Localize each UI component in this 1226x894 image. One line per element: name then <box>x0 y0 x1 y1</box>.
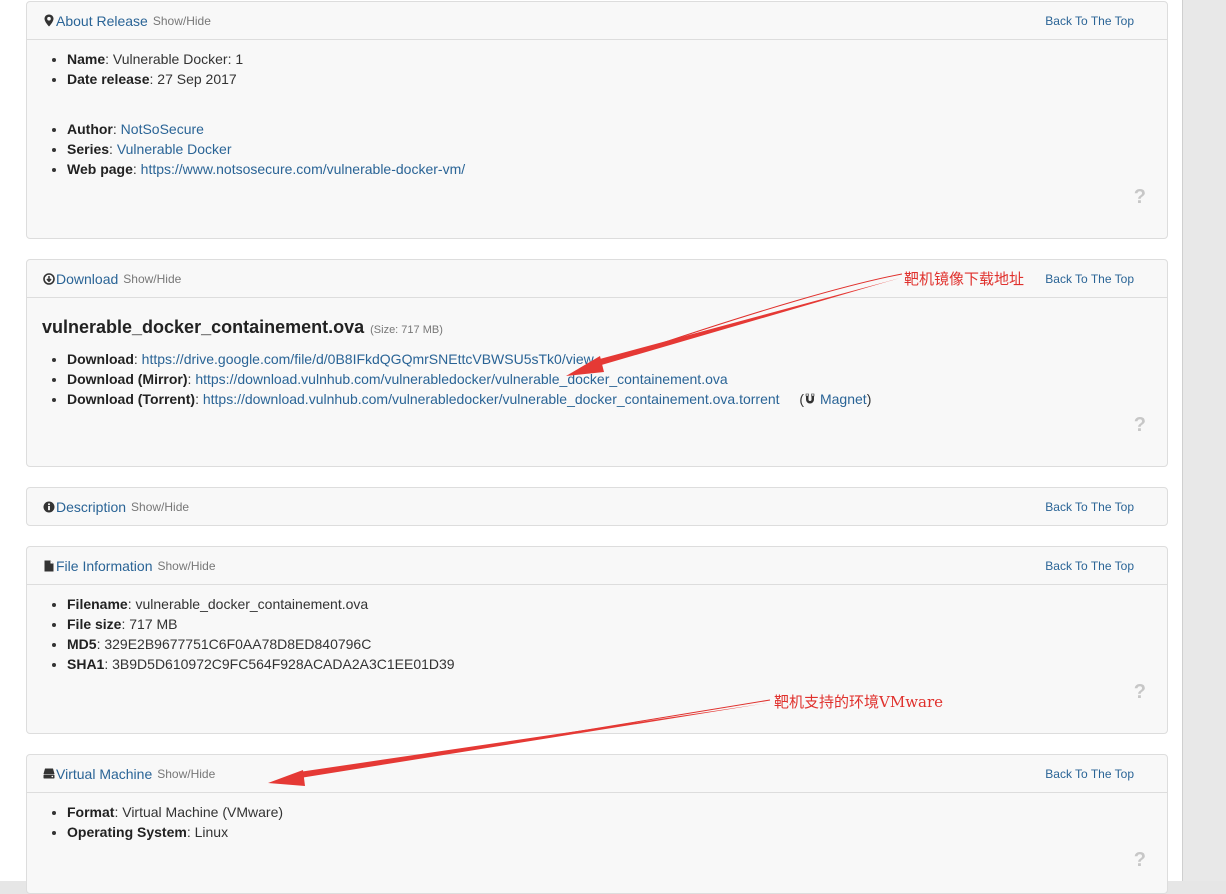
about-release-body: Name: Vulnerable Docker: 1 Date release:… <box>27 40 1167 238</box>
hdd-icon <box>43 767 55 781</box>
virtual-machine-body: Format: Virtual Machine (VMware) Operati… <box>27 793 1167 893</box>
back-to-top-link[interactable]: Back To The Top <box>1045 559 1134 573</box>
author-link[interactable]: NotSoSecure <box>121 121 204 137</box>
list-item: Format: Virtual Machine (VMware) <box>67 802 1152 822</box>
download-panel: Download Show/Hide Back To The Top vulne… <box>26 259 1168 467</box>
magnet-close-paren: ) <box>866 391 872 407</box>
list-item: File size: 717 MB <box>67 614 1152 634</box>
web-page-link[interactable]: https://www.notsosecure.com/vulnerable-d… <box>141 161 465 177</box>
web-page-label: Web page <box>67 161 133 177</box>
filename-value: vulnerable_docker_containement.ova <box>135 596 369 612</box>
file-information-panel: File Information Show/Hide Back To The T… <box>26 546 1168 734</box>
help-icon[interactable]: ? <box>1134 186 1146 209</box>
list-item: Date release: 27 Sep 2017 <box>67 69 1152 89</box>
description-toggle[interactable]: Show/Hide <box>131 500 189 514</box>
file-icon <box>43 559 55 573</box>
list-item: Download (Mirror): https://download.vuln… <box>67 369 1152 389</box>
file-information-title[interactable]: File Information <box>56 558 152 574</box>
download-title[interactable]: Download <box>56 271 118 287</box>
help-icon[interactable]: ? <box>1134 849 1146 872</box>
download-circle-icon <box>43 272 55 286</box>
name-label: Name <box>67 51 106 67</box>
series-link[interactable]: Vulnerable Docker <box>117 141 232 157</box>
file-info-list: Filename: vulnerable_docker_containement… <box>42 585 1152 674</box>
description-header: Description Show/Hide Back To The Top <box>27 488 1167 526</box>
list-item: Web page: https://www.notsosecure.com/vu… <box>67 159 1152 179</box>
about-list-2: Author: NotSoSecure Series: Vulnerable D… <box>42 89 1152 179</box>
vm-annotation-text: 靶机支持的环境VMware <box>774 693 944 711</box>
list-item: MD5: 329E2B9677751C6F0AA78D8ED840796C <box>67 634 1152 654</box>
sha1-value: 3B9D5D610972C9FC564F928ACADA2A3C1EE01D39 <box>112 656 455 672</box>
back-to-top-link[interactable]: Back To The Top <box>1045 272 1134 286</box>
virtual-machine-header: Virtual Machine Show/Hide Back To The To… <box>27 755 1167 793</box>
operating-system-label: Operating System <box>67 824 187 840</box>
download-torrent-link[interactable]: https://download.vulnhub.com/vulnerabled… <box>203 391 780 407</box>
description-title[interactable]: Description <box>56 499 126 515</box>
page: About Release Show/Hide Back To The Top … <box>0 0 1183 894</box>
virtual-machine-panel: Virtual Machine Show/Hide Back To The To… <box>26 754 1168 894</box>
description-panel: Description Show/Hide Back To The Top <box>26 487 1168 526</box>
info-circle-icon <box>43 500 55 514</box>
download-list: Download: https://drive.google.com/file/… <box>42 342 1152 410</box>
date-release-label: Date release <box>67 71 150 87</box>
about-release-panel: About Release Show/Hide Back To The Top … <box>26 1 1168 239</box>
help-icon[interactable]: ? <box>1134 681 1146 704</box>
download-torrent-label: Download (Torrent) <box>67 391 196 407</box>
back-to-top-link[interactable]: Back To The Top <box>1045 767 1134 781</box>
download-annotation-text: 靶机镜像下载地址 <box>904 270 1025 288</box>
list-item: Operating System: Linux <box>67 822 1152 842</box>
virtual-machine-title[interactable]: Virtual Machine <box>56 766 152 782</box>
list-item: Series: Vulnerable Docker <box>67 139 1152 159</box>
about-release-title[interactable]: About Release <box>56 13 148 29</box>
list-item: Filename: vulnerable_docker_containement… <box>67 594 1152 614</box>
format-label: Format <box>67 804 115 820</box>
about-release-header: About Release Show/Hide Back To The Top <box>27 2 1167 40</box>
date-release-value: 27 Sep 2017 <box>157 71 237 87</box>
vm-list: Format: Virtual Machine (VMware) Operati… <box>42 793 1152 842</box>
magnet-icon <box>804 390 816 410</box>
md5-label: MD5 <box>67 636 97 652</box>
download-label: Download <box>67 351 134 367</box>
list-item: Download (Torrent): https://download.vul… <box>67 389 1152 410</box>
format-value: Virtual Machine (VMware) <box>122 804 284 820</box>
about-release-toggle[interactable]: Show/Hide <box>153 14 211 28</box>
sha1-label: SHA1 <box>67 656 105 672</box>
download-toggle[interactable]: Show/Hide <box>123 272 181 286</box>
about-list-1: Name: Vulnerable Docker: 1 Date release:… <box>42 40 1152 89</box>
download-body: vulnerable_docker_containement.ova (Size:… <box>27 298 1167 466</box>
download-link[interactable]: https://drive.google.com/file/d/0B8IFkdQ… <box>142 351 594 367</box>
download-file-title: vulnerable_docker_containement.ova <box>42 317 365 337</box>
help-icon[interactable]: ? <box>1134 414 1146 437</box>
download-mirror-label: Download (Mirror) <box>67 371 188 387</box>
back-to-top-link[interactable]: Back To The Top <box>1045 500 1134 514</box>
virtual-machine-toggle[interactable]: Show/Hide <box>157 767 215 781</box>
file-size-label: File size <box>67 616 122 632</box>
list-item: SHA1: 3B9D5D610972C9FC564F928ACADA2A3C1E… <box>67 654 1152 674</box>
operating-system-value: Linux <box>194 824 229 840</box>
download-mirror-link[interactable]: https://download.vulnhub.com/vulnerabled… <box>195 371 727 387</box>
filename-label: Filename <box>67 596 128 612</box>
file-information-body: Filename: vulnerable_docker_containement… <box>27 585 1167 733</box>
magnet-link[interactable]: Magnet <box>820 391 867 407</box>
list-item: Author: NotSoSecure <box>67 119 1152 139</box>
series-label: Series <box>67 141 110 157</box>
back-to-top-link[interactable]: Back To The Top <box>1045 14 1134 28</box>
file-size-value: 717 MB <box>129 616 178 632</box>
list-item: Download: https://drive.google.com/file/… <box>67 349 1152 369</box>
file-information-header: File Information Show/Hide Back To The T… <box>27 547 1167 585</box>
list-item: Name: Vulnerable Docker: 1 <box>67 49 1152 69</box>
browser-scroll-gutter <box>1183 0 1226 881</box>
download-file-size: (Size: 717 MB) <box>370 324 443 336</box>
author-label: Author <box>67 121 113 137</box>
name-value: Vulnerable Docker: 1 <box>112 51 244 67</box>
md5-value: 329E2B9677751C6F0AA78D8ED840796C <box>104 636 372 652</box>
file-information-toggle[interactable]: Show/Hide <box>157 559 215 573</box>
map-marker-icon <box>43 14 55 28</box>
